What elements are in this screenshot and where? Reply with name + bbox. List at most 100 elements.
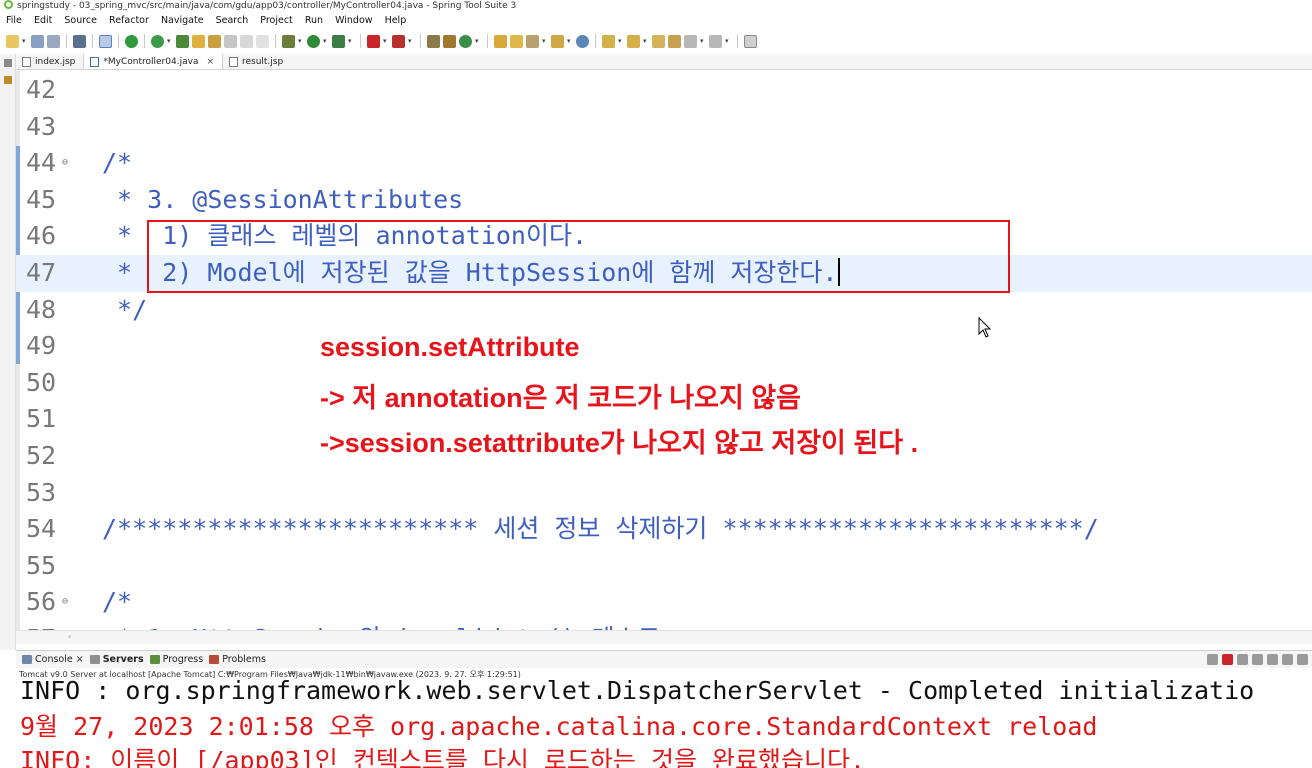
toolbar-separator [275,34,276,48]
document-icon[interactable] [224,34,237,48]
chevron-down-icon[interactable]: ▾ [618,37,624,45]
menu-project[interactable]: Project [260,15,293,26]
terminal-icon[interactable] [73,34,86,48]
console-line: 9월 27, 2023 2:01:58 오후 org.apache.catali… [20,712,1098,741]
magic-wand-icon[interactable] [526,34,539,48]
pin-editor-icon[interactable] [744,34,757,48]
code-text: /* [102,148,133,178]
line-number: 47 [26,258,57,287]
toolbar-separator [92,34,93,48]
save-icon[interactable] [31,34,44,48]
chevron-down-icon[interactable]: ▾ [167,37,173,45]
open-type-icon[interactable] [494,34,507,48]
close-icon[interactable]: × [206,57,214,67]
web-browser-icon[interactable] [551,34,564,48]
save-all-icon[interactable] [47,34,60,48]
menu-edit[interactable]: Edit [34,15,52,26]
scroll-lock-icon[interactable] [1267,654,1278,665]
horizontal-scrollbar[interactable]: ‹ [16,630,1312,644]
tab-console[interactable]: Console × [22,654,84,665]
tab-problems[interactable]: Problems [209,654,266,665]
code-editor[interactable]: 42 43 44 ⊖/* 45 * 3. @SessionAttributes 46 * … [16,71,1312,630]
close-icon[interactable]: × [76,654,84,665]
pin-icon[interactable] [176,34,189,48]
chevron-down-icon[interactable]: ▾ [725,37,731,45]
chevron-down-icon[interactable]: ▾ [567,37,573,45]
next-annotation-icon[interactable] [602,34,615,48]
remove-all-icon[interactable] [1252,654,1263,665]
arrow-left-icon[interactable] [684,34,697,48]
arrow-right-icon[interactable] [709,34,722,48]
jsp-file-icon [228,56,238,67]
word-wrap-icon[interactable] [1282,654,1293,665]
edit-icon[interactable] [208,34,221,48]
whitespace-icon[interactable] [256,34,269,48]
stop-icon[interactable] [367,34,380,48]
run-icon[interactable] [307,34,320,48]
menu-help[interactable]: Help [385,15,407,26]
package-explorer-icon[interactable] [4,59,12,67]
fold-toggle-icon[interactable]: ⊖ [62,145,68,182]
chevron-down-icon[interactable]: ▾ [643,37,649,45]
previous-annotation-icon[interactable] [627,34,640,48]
tab-label: *MyController04.java [103,56,199,67]
annotation-line-1: session.setAttribute [320,332,580,362]
menu-source[interactable]: Source [64,15,97,26]
last-edit-location-icon[interactable] [652,34,665,48]
chevron-down-icon[interactable]: ▾ [475,37,481,45]
back-icon[interactable] [668,34,681,48]
outline-icon[interactable] [4,76,12,84]
code-text: * 3. @SessionAttributes [102,184,464,214]
tab-label: Problems [222,654,266,665]
menu-navigate[interactable]: Navigate [161,15,204,26]
line-number: 50 [26,367,57,397]
stop-icon[interactable] [1222,654,1233,665]
progress-icon [149,655,160,664]
remove-launch-icon[interactable] [1237,654,1248,665]
tab-index-jsp[interactable]: index.jsp [16,54,83,69]
coverage-icon[interactable] [332,34,345,48]
boot-dashboard-icon[interactable] [125,34,138,48]
console-tab-bar: Console × Servers Progress Problems [16,650,1312,668]
tab-mycontroller04-java[interactable]: *MyController04.java × [83,54,223,69]
tab-progress[interactable]: Progress [149,654,203,665]
new-server-icon[interactable] [427,34,440,48]
line-number: 46 [26,221,57,251]
line-number: 48 [26,294,57,324]
chevron-down-icon[interactable]: ▾ [383,37,389,45]
chevron-down-icon[interactable]: ▾ [408,37,414,45]
menu-search[interactable]: Search [216,15,249,26]
tab-servers[interactable]: Servers [89,654,144,665]
chevron-down-icon[interactable]: ▾ [700,37,706,45]
package-icon[interactable] [443,34,456,48]
new-icon[interactable] [6,34,19,48]
chevron-down-icon[interactable]: ▾ [298,37,304,45]
tab-result-jsp[interactable]: result.jsp [223,54,291,69]
globe-icon[interactable] [576,34,589,48]
console-output[interactable]: INFO : org.springframework.web.servlet.D… [16,680,1312,768]
menu-bar: File Edit Source Refactor Navigate Searc… [0,13,1312,28]
annotation-line-3: ->session.setattribute가 나오지 않고 저장이 된다 . [320,428,919,458]
chevron-down-icon[interactable]: ▾ [542,37,548,45]
code-line: 45 * 3. @SessionAttributes [16,182,1312,219]
code-line: 44 ⊖/* [16,145,1312,182]
external-tools-icon[interactable] [392,34,405,48]
open-folder-icon[interactable] [510,34,523,48]
menu-file[interactable]: File [6,15,22,26]
chevron-down-icon[interactable]: ▾ [323,37,329,45]
refresh-icon[interactable] [151,34,164,48]
paragraph-icon[interactable] [240,34,253,48]
restart-server-icon[interactable] [1207,654,1218,665]
chevron-down-icon[interactable]: ▾ [348,37,354,45]
pin-console-icon[interactable] [1297,654,1308,665]
debug-icon[interactable] [282,34,295,48]
fold-toggle-icon[interactable]: ⊖ [62,584,68,621]
menu-run[interactable]: Run [305,15,323,26]
skip-breakpoints-icon[interactable] [99,34,112,48]
toolbar-separator [66,34,67,48]
menu-refactor[interactable]: Refactor [109,15,149,26]
new-class-icon[interactable] [459,34,472,48]
menu-window[interactable]: Window [335,15,372,26]
pen-icon[interactable] [192,34,205,48]
chevron-down-icon[interactable]: ▾ [22,37,28,45]
